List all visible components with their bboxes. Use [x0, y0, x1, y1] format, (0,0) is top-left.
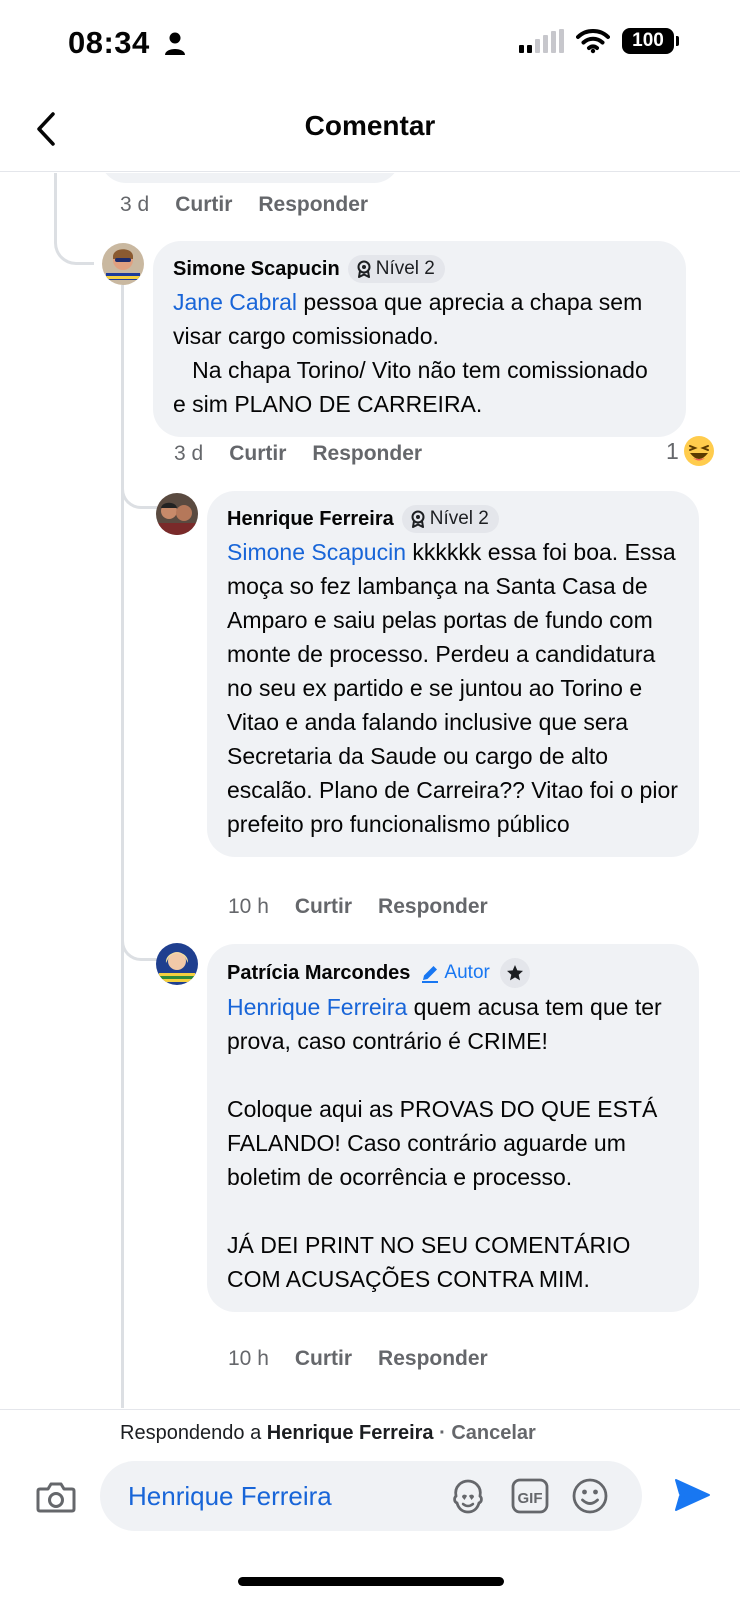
comment-composer: Henrique Ferreira GIF	[0, 1455, 740, 1600]
thread-line	[121, 463, 157, 509]
pencil-icon	[422, 966, 439, 983]
wifi-icon	[576, 29, 610, 54]
camera-button[interactable]	[34, 1475, 78, 1519]
like-button[interactable]: Curtir	[295, 895, 352, 919]
replying-name: Henrique Ferreira	[266, 1422, 434, 1444]
svg-text:GIF: GIF	[518, 1490, 543, 1507]
level-badge-label: Nível 2	[429, 508, 489, 529]
comment-time: 10 h	[228, 895, 269, 918]
comment-time: 10 h	[228, 1347, 269, 1370]
reply-button[interactable]: Responder	[258, 193, 368, 217]
comment-bubble[interactable]: Simone Scapucin Nível 2 Jane Cabral pess…	[153, 241, 686, 437]
comment-author[interactable]: Simone Scapucin	[173, 258, 340, 281]
thread-line	[121, 915, 157, 961]
like-button[interactable]: Curtir	[229, 442, 286, 466]
reply-button[interactable]: Responder	[378, 895, 488, 919]
mention-link[interactable]: Simone Scapucin	[227, 539, 406, 565]
camera-icon	[36, 1482, 76, 1513]
comment-text: Henrique Ferreira quem acusa tem que ter…	[227, 990, 679, 1296]
like-button[interactable]: Curtir	[175, 193, 232, 217]
comment-bubble[interactable]: Patrícia Marcondes Autor Henrique Ferrei…	[207, 944, 699, 1312]
star-icon[interactable]	[499, 958, 530, 988]
avatar[interactable]	[156, 493, 198, 535]
author-badge[interactable]: Autor	[418, 962, 491, 984]
level-badge[interactable]: Nível 2	[347, 255, 445, 283]
page-title: Comentar	[304, 110, 436, 141]
laughing-emoji-icon	[683, 436, 714, 466]
send-icon	[675, 1479, 710, 1511]
award-icon	[411, 510, 425, 528]
status-bar: 08:34 100	[0, 0, 740, 88]
level-badge-label: Nível 2	[375, 258, 435, 279]
status-indicators: 100	[519, 28, 679, 54]
author-badge-label: Autor	[444, 962, 490, 983]
comment-time: 3 d	[120, 193, 150, 216]
avatar-sticker-icon[interactable]	[448, 1476, 488, 1516]
mention-link[interactable]: Jane Cabral	[173, 289, 297, 315]
award-icon	[357, 260, 371, 278]
battery-icon: 100	[622, 28, 679, 54]
send-button[interactable]	[672, 1475, 712, 1515]
comment-actions: 3 d Curtir Responder	[120, 193, 368, 217]
previous-comment-bubble	[100, 173, 400, 183]
comment-bubble[interactable]: Henrique Ferreira Nível 2 Simone Scapuci…	[207, 491, 699, 857]
thread-line	[121, 285, 124, 1408]
header: Comentar	[0, 88, 740, 172]
comment-input[interactable]: Henrique Ferreira GIF	[100, 1461, 642, 1531]
reaction-count: 1	[666, 437, 679, 464]
comment-text: Jane Cabral pessoa que aprecia a chapa s…	[173, 285, 666, 421]
replying-to-banner: Respondendo a Henrique Ferreira · Cancel…	[0, 1409, 740, 1455]
reply-button[interactable]: Responder	[312, 442, 422, 466]
person-icon	[165, 32, 185, 55]
status-time: 08:34	[68, 25, 150, 60]
replying-prefix: Respondendo a	[120, 1422, 267, 1444]
level-badge[interactable]: Nível 2	[401, 505, 499, 533]
comment-time: 3 d	[174, 442, 204, 465]
separator: ·	[433, 1422, 452, 1444]
comments-feed[interactable]: 3 d Curtir Responder Simone Scapucin Nív…	[0, 173, 740, 1408]
replying-to-text: Respondendo a Henrique Ferreira · Cancel…	[120, 1422, 536, 1445]
comment-actions: 3 d Curtir Responder	[174, 442, 422, 466]
comment-actions: 10 h Curtir Responder	[228, 1347, 488, 1371]
comment-body: kkkkkk essa foi boa. Essa moça so fez la…	[227, 539, 685, 837]
thread-line	[54, 173, 94, 265]
home-indicator[interactable]	[238, 1577, 504, 1586]
avatar[interactable]	[102, 243, 144, 285]
comment-author[interactable]: Henrique Ferreira	[227, 508, 394, 531]
emoji-icon[interactable]	[570, 1476, 610, 1516]
comment-body: quem acusa tem que ter prova, caso contr…	[227, 994, 662, 1292]
gif-icon[interactable]: GIF	[510, 1476, 550, 1516]
cellular-signal-icon	[519, 29, 564, 53]
comment-author[interactable]: Patrícia Marcondes	[227, 962, 410, 985]
mention-link[interactable]: Henrique Ferreira	[227, 994, 407, 1020]
reply-button[interactable]: Responder	[378, 1347, 488, 1371]
like-button[interactable]: Curtir	[295, 1347, 352, 1371]
comment-input-value[interactable]: Henrique Ferreira	[128, 1481, 332, 1512]
avatar[interactable]	[156, 943, 198, 985]
cancel-reply-button[interactable]: Cancelar	[451, 1422, 536, 1444]
reaction-summary[interactable]: 1	[666, 435, 715, 467]
comment-text: Simone Scapucin kkkkkk essa foi boa. Ess…	[227, 535, 679, 841]
comment-actions: 10 h Curtir Responder	[228, 895, 488, 919]
